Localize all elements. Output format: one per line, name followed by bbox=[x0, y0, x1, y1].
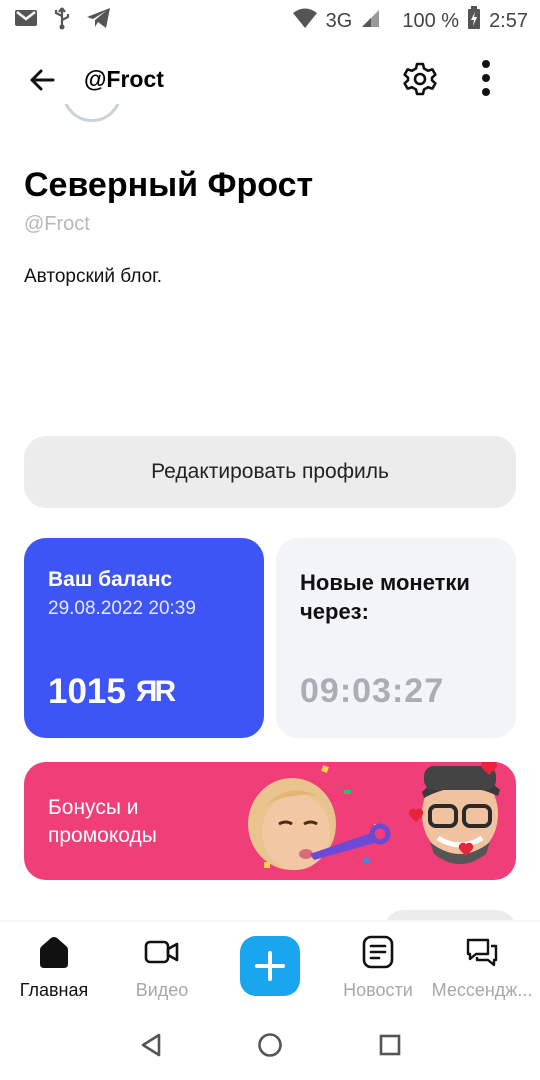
news-icon bbox=[358, 932, 398, 972]
telegram-icon bbox=[86, 7, 112, 34]
usb-icon bbox=[52, 6, 72, 35]
recents-square-icon bbox=[379, 1034, 401, 1056]
memoji-illustration bbox=[248, 762, 500, 870]
page-title: @Froct bbox=[84, 66, 164, 92]
battery-level: 100 % bbox=[402, 9, 460, 32]
edit-profile-button[interactable]: Редактировать профиль bbox=[24, 436, 516, 508]
home-circle-icon bbox=[258, 1033, 282, 1057]
status-bar-system: 3G 100 % 2:57 bbox=[292, 6, 528, 36]
system-home-button[interactable] bbox=[255, 1030, 285, 1060]
nav-item-news[interactable]: Новости bbox=[324, 932, 432, 1001]
coins-title: Новые монетки через: bbox=[300, 570, 470, 624]
balance-amount: 1015 bbox=[48, 672, 126, 711]
profile-handle: @Froct bbox=[24, 213, 90, 235]
back-button[interactable] bbox=[24, 62, 60, 98]
battery-charging-icon bbox=[467, 6, 481, 36]
nav-label-home: Главная bbox=[19, 980, 89, 1000]
system-recents-button[interactable] bbox=[375, 1030, 405, 1060]
status-time: 2:57 bbox=[489, 9, 528, 32]
wifi-icon bbox=[292, 7, 318, 35]
profile-bio: Авторский блог. bbox=[24, 266, 163, 287]
balance-card[interactable]: Ваш баланс 29.08.2022 20:39 1015 ЯR bbox=[24, 538, 264, 738]
app-bar: @Froct bbox=[0, 50, 540, 110]
settings-button[interactable] bbox=[400, 59, 440, 99]
video-camera-icon bbox=[142, 932, 182, 972]
system-nav-bar bbox=[0, 1010, 540, 1080]
nav-item-home[interactable]: Главная bbox=[0, 932, 108, 1001]
bonus-banner-text: Бонусы и промокоды bbox=[48, 796, 157, 847]
home-icon bbox=[34, 932, 74, 972]
messenger-icon bbox=[462, 932, 502, 972]
coins-timer-card: Новые монетки через: 09:03:27 bbox=[276, 538, 516, 738]
add-post-button[interactable] bbox=[240, 936, 300, 996]
more-options-button[interactable] bbox=[468, 58, 504, 98]
balance-amount-row: 1015 ЯR bbox=[48, 672, 176, 712]
avatar bbox=[62, 104, 122, 124]
coins-timer: 09:03:27 bbox=[300, 672, 445, 710]
nav-label-messenger: Мессендж... bbox=[431, 980, 533, 1000]
nav-label-news: Новости bbox=[343, 980, 413, 1000]
status-bar: 3G 100 % 2:57 bbox=[0, 0, 540, 38]
profile-name: Северный Фрост bbox=[24, 166, 314, 204]
nav-item-video[interactable]: Видео bbox=[108, 932, 216, 1001]
nav-item-messenger[interactable]: Мессендж... bbox=[428, 932, 536, 1001]
balance-title: Ваш баланс bbox=[48, 568, 173, 591]
plus-icon bbox=[255, 951, 285, 981]
signal-icon bbox=[360, 8, 380, 34]
system-back-button[interactable] bbox=[136, 1030, 166, 1060]
gear-icon bbox=[403, 62, 437, 96]
network-type: 3G bbox=[325, 9, 353, 32]
back-triangle-icon bbox=[141, 1033, 161, 1057]
bottom-nav: Главная Видео Новости Мессендж... bbox=[0, 922, 540, 1010]
status-bar-notifications bbox=[14, 6, 112, 35]
back-arrow-icon bbox=[30, 69, 55, 91]
more-vertical-icon bbox=[482, 60, 490, 96]
balance-date: 29.08.2022 20:39 bbox=[48, 598, 196, 619]
gmail-icon bbox=[14, 8, 38, 33]
bonus-banner[interactable]: Бонусы и промокоды bbox=[24, 762, 516, 880]
nav-label-video: Видео bbox=[135, 980, 189, 1000]
currency-icon: ЯR bbox=[135, 675, 176, 708]
